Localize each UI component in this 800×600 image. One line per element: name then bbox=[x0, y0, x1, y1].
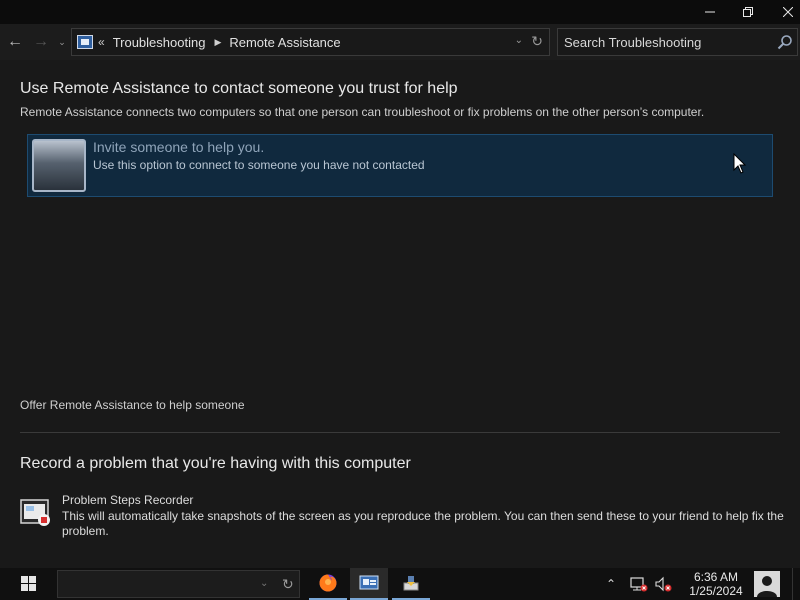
taskbar-control-panel[interactable] bbox=[350, 568, 388, 600]
user-avatar-icon[interactable] bbox=[754, 571, 780, 597]
search-placeholder: Search Troubleshooting bbox=[564, 35, 702, 50]
address-bar[interactable]: « Troubleshooting ▶ Remote Assistance ⌄ … bbox=[71, 28, 550, 56]
taskbar-search-input[interactable]: ⌄ ↻ bbox=[57, 570, 300, 598]
title-bar bbox=[0, 0, 800, 24]
search-icon[interactable] bbox=[777, 34, 793, 50]
firefox-icon bbox=[319, 574, 337, 592]
restore-icon bbox=[743, 7, 753, 17]
show-desktop-button[interactable] bbox=[792, 568, 800, 600]
breadcrumb-separator-icon[interactable]: ▶ bbox=[214, 37, 221, 48]
address-dropdown-icon[interactable]: ⌄ bbox=[515, 35, 523, 46]
search-input[interactable]: Search Troubleshooting bbox=[557, 28, 798, 56]
problem-steps-recorder-icon[interactable] bbox=[20, 498, 52, 528]
page-title: Use Remote Assistance to contact someone… bbox=[20, 80, 458, 97]
invite-someone-option[interactable]: Invite someone to help you. Use this opt… bbox=[27, 134, 773, 197]
chevron-down-icon[interactable]: ⌄ bbox=[260, 578, 268, 589]
main-content: Use Remote Assistance to contact someone… bbox=[0, 60, 800, 568]
problem-steps-recorder-description: This will automatically take snapshots o… bbox=[62, 509, 784, 538]
minimize-icon bbox=[705, 11, 715, 13]
recent-locations-button[interactable]: ⌄ bbox=[56, 34, 68, 50]
close-icon bbox=[783, 7, 793, 17]
clock-date: 1/25/2024 bbox=[689, 584, 743, 598]
taskbar: ⌄ ↻ ⌃ 6:36 AM 1/25/2024 bbox=[0, 568, 800, 600]
taskbar-firefox[interactable] bbox=[309, 568, 347, 600]
mouse-cursor-icon bbox=[733, 153, 747, 174]
forward-arrow-icon: → bbox=[33, 33, 49, 50]
offer-remote-assistance-link[interactable]: Offer Remote Assistance to help someone bbox=[20, 398, 245, 412]
volume-muted-icon[interactable] bbox=[654, 576, 672, 592]
section-divider bbox=[20, 432, 780, 433]
record-problem-heading: Record a problem that you're having with… bbox=[20, 455, 411, 472]
system-clock[interactable]: 6:36 AM 1/25/2024 bbox=[680, 570, 752, 598]
breadcrumb-overflow[interactable]: « bbox=[98, 35, 105, 49]
person-icon bbox=[757, 576, 777, 597]
invite-option-icon bbox=[32, 139, 86, 192]
minimize-button[interactable] bbox=[690, 0, 730, 24]
close-button[interactable] bbox=[768, 0, 800, 24]
restore-button[interactable] bbox=[728, 0, 768, 24]
taskbar-installer[interactable] bbox=[392, 568, 430, 600]
refresh-icon[interactable]: ↻ bbox=[282, 576, 294, 593]
back-button[interactable]: ← bbox=[4, 32, 26, 52]
installer-icon bbox=[403, 576, 419, 591]
breadcrumb-troubleshooting[interactable]: Troubleshooting bbox=[113, 35, 206, 50]
control-panel-icon bbox=[77, 35, 93, 49]
clock-time: 6:36 AM bbox=[693, 570, 739, 584]
navigation-bar: ← → ⌄ « Troubleshooting ▶ Remote Assista… bbox=[0, 24, 800, 60]
back-arrow-icon: ← bbox=[7, 33, 23, 50]
invite-option-description: Use this option to connect to someone yo… bbox=[93, 158, 425, 172]
network-disconnected-icon[interactable] bbox=[630, 576, 648, 592]
show-hidden-icons-chevron-up-icon[interactable]: ⌃ bbox=[606, 577, 616, 591]
breadcrumb-remote-assistance[interactable]: Remote Assistance bbox=[229, 35, 340, 50]
chevron-down-icon: ⌄ bbox=[58, 37, 66, 47]
refresh-icon[interactable]: ↻ bbox=[531, 33, 543, 50]
windows-start-icon[interactable] bbox=[10, 575, 46, 593]
problem-steps-recorder-link[interactable]: Problem Steps Recorder bbox=[62, 493, 193, 507]
invite-option-title: Invite someone to help you. bbox=[93, 139, 265, 155]
forward-button[interactable]: → bbox=[30, 32, 52, 52]
page-description: Remote Assistance connects two computers… bbox=[20, 105, 705, 119]
control-panel-icon bbox=[359, 575, 379, 590]
